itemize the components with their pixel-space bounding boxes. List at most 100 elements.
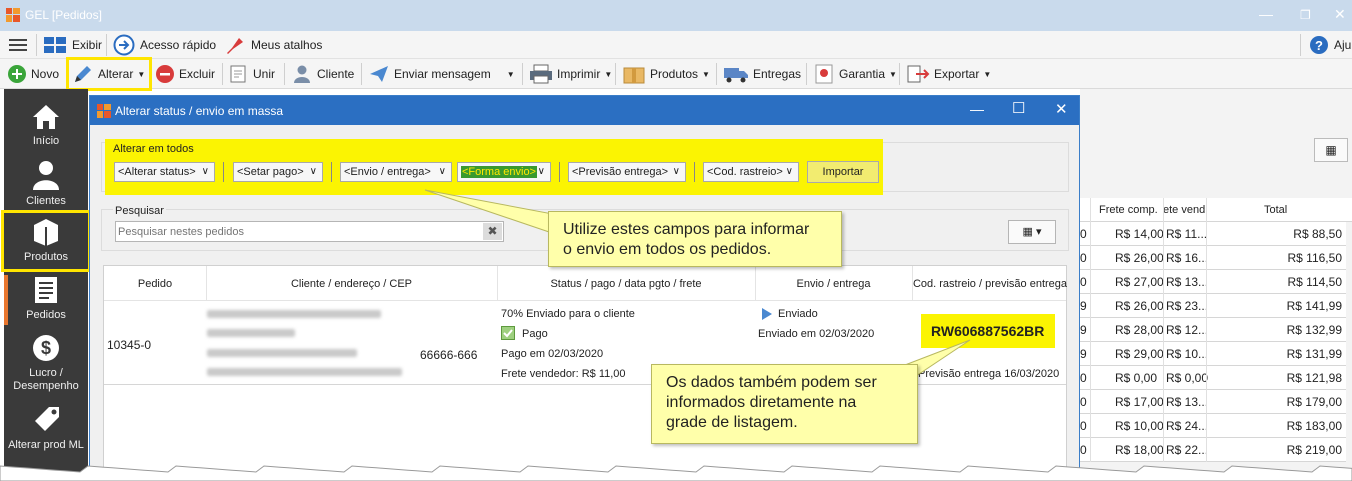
table-header: Frete comp. ete vend Total (1080, 198, 1352, 222)
sidebar-item-clientes[interactable]: Clientes (4, 159, 88, 209)
grid-header: Pedido Cliente / endereço / CEP Status /… (104, 266, 1068, 301)
cell-frete-vend: R$ 16... (1166, 251, 1209, 265)
grid-col-cliente[interactable]: Cliente / endereço / CEP (206, 278, 497, 290)
restore-button[interactable]: ❐ (1300, 8, 1311, 22)
grid-col-envio[interactable]: Envio / entrega (755, 278, 912, 290)
imprimir-button[interactable]: Imprimir ▼ (529, 63, 612, 85)
ajuda-menu[interactable]: ? Aju (1309, 35, 1351, 55)
table-row[interactable]: 9 R$ 28,00 R$ 12... R$ 132,99 (1080, 318, 1346, 342)
envio-entrega-dropdown[interactable]: <Envio / entrega> ∨ (340, 162, 452, 182)
arrow-circle-icon (113, 34, 135, 56)
forma-envio-dropdown[interactable]: <Forma envio> ∨ (457, 162, 551, 182)
excluir-button[interactable]: Excluir (155, 63, 215, 85)
previsao-entrega-dropdown[interactable]: <Previsão entrega> ∨ (568, 162, 686, 182)
table-row[interactable]: 9 R$ 29,00 R$ 10... R$ 131,99 (1080, 342, 1346, 366)
exibir-menu[interactable]: Exibir (43, 35, 102, 55)
window-titlebar: GEL [Pedidos] — ❐ ✕ (0, 0, 1352, 31)
produtos-button[interactable]: Produtos ▼ (622, 63, 710, 85)
grid-settings-button[interactable]: ▦ ▾ (1008, 220, 1056, 244)
table-row[interactable]: 0 R$ 18,00 R$ 22... R$ 219,00 (1080, 438, 1346, 462)
importar-button[interactable]: Importar (807, 161, 879, 183)
dollar-icon: $ (33, 335, 59, 361)
alterar-button[interactable]: Alterar ▼ (66, 57, 152, 91)
table-row[interactable]: 0 R$ 26,00 R$ 16... R$ 116,50 (1080, 246, 1346, 270)
sidebar-item-label: Lucro / (29, 367, 63, 379)
columns-settings-button[interactable]: ▦ (1314, 138, 1348, 162)
imprimir-label: Imprimir (557, 67, 601, 81)
svg-text:?: ? (1315, 38, 1323, 53)
cod-rastreio-dropdown[interactable]: <Cod. rastreio> ∨ (703, 162, 799, 182)
produtos-label: Produtos (650, 67, 699, 81)
sidebar-item-produtos[interactable]: Produtos (1, 210, 91, 272)
row-pedido: 10345-0 (107, 338, 152, 352)
acesso-rapido-label: Acesso rápido (140, 38, 217, 52)
alterar-status-dropdown[interactable]: <Alterar status> ∨ (114, 162, 215, 182)
callout-bottom-line3: grade de listagem. (666, 414, 798, 431)
setar-pago-dropdown[interactable]: <Setar pago> ∨ (233, 162, 323, 182)
column-divider (1163, 198, 1164, 462)
dialog-maximize-button[interactable]: ☐ (1012, 99, 1025, 117)
sidebar-item-label: Clientes (26, 195, 66, 207)
enviar-mensagem-button[interactable]: Enviar mensagem ▼ (368, 63, 515, 85)
col-frete-vend[interactable]: ete vend (1163, 204, 1205, 216)
send-icon (370, 66, 388, 82)
row-cep: 66666-666 (420, 348, 478, 362)
meus-atalhos-menu[interactable]: Meus atalhos (224, 35, 322, 55)
cell-total: R$ 219,00 (1286, 443, 1342, 457)
row-status-pct: 70% Enviado para o cliente (501, 308, 635, 320)
col-total[interactable]: Total (1264, 204, 1287, 216)
sidebar-item-inicio[interactable]: Início (4, 103, 88, 153)
sidebar-item-label: Início (32, 135, 60, 147)
novo-button[interactable]: Novo (7, 63, 59, 85)
minimize-button[interactable]: — (1259, 6, 1273, 22)
grid-col-pedido[interactable]: Pedido (104, 278, 206, 290)
sidebar-item-lucro[interactable]: $ Lucro / Desempenho (4, 333, 88, 393)
col-frete-comp[interactable]: Frete comp. (1099, 204, 1158, 216)
divider (223, 162, 224, 182)
table-row[interactable]: 0 R$ 0,00 R$ 0,00 R$ 121,98 (1080, 366, 1346, 390)
close-button[interactable]: ✕ (1334, 6, 1346, 23)
grid-col-status[interactable]: Status / pago / data pgto / frete (497, 278, 755, 290)
entregas-label: Entregas (753, 67, 802, 81)
table-row[interactable]: 0 R$ 14,00 R$ 11... R$ 88,50 (1080, 222, 1346, 246)
grid-col-rastreio[interactable]: Cod. rastreio / previsão entrega (912, 278, 1068, 290)
unir-button[interactable]: Unir (229, 63, 275, 85)
dialog-close-button[interactable]: ✕ (1055, 100, 1068, 118)
svg-text:$: $ (41, 338, 51, 358)
table-row[interactable]: 0 R$ 27,00 R$ 13... R$ 114,50 (1080, 270, 1346, 294)
sidebar-item-label: Desempenho (13, 380, 79, 392)
callout-bottom-line1: Os dados também podem ser (666, 374, 877, 391)
exportar-button[interactable]: Exportar ▼ (906, 63, 991, 85)
callout-pointer (424, 189, 559, 236)
certificate-icon (815, 64, 833, 84)
cell-frete-vend: R$ 22... (1166, 443, 1209, 457)
cell-frete-comp: R$ 26,00 (1115, 251, 1164, 265)
truck-icon (724, 68, 748, 83)
acesso-rapido-menu[interactable]: Acesso rápido (113, 34, 217, 56)
row-envio-status: Enviado (778, 308, 818, 320)
exibir-label: Exibir (72, 38, 103, 52)
cell-frete-vend: R$ 0,00 (1166, 371, 1209, 385)
forma-envio-value: <Forma envio> (461, 166, 537, 178)
table-row[interactable]: 9 R$ 26,00 R$ 23... R$ 141,99 (1080, 294, 1346, 318)
entregas-button[interactable]: Entregas (723, 63, 801, 85)
column-divider (1206, 198, 1207, 462)
excluir-label: Excluir (179, 67, 216, 81)
table-row[interactable]: 0 R$ 10,00 R$ 24... R$ 183,00 (1080, 414, 1346, 438)
window-title: GEL [Pedidos] (25, 8, 102, 22)
cell-frete-comp: R$ 18,00 (1115, 443, 1164, 457)
sidebar-item-pedidos[interactable]: Pedidos (4, 275, 88, 325)
hamburger-menu-button[interactable] (8, 35, 28, 55)
dialog-minimize-button[interactable]: — (970, 101, 984, 117)
sidebar-item-alterar-prod-ml[interactable]: Alterar prod ML (4, 403, 88, 459)
cell-frete-comp: R$ 28,00 (1115, 323, 1164, 337)
play-icon (762, 308, 772, 320)
garantia-button[interactable]: Garantia ▼ (813, 63, 897, 85)
cliente-button[interactable]: Cliente (291, 63, 354, 85)
callout-top-line1: Utilize estes campos para informar (563, 221, 810, 238)
help-icon: ? (1310, 36, 1328, 54)
sidebar-item-label: Produtos (23, 251, 69, 263)
checkbox-checked-icon (501, 326, 515, 340)
novo-label: Novo (31, 67, 60, 81)
table-row[interactable]: 0 R$ 17,00 R$ 13... R$ 179,00 (1080, 390, 1346, 414)
